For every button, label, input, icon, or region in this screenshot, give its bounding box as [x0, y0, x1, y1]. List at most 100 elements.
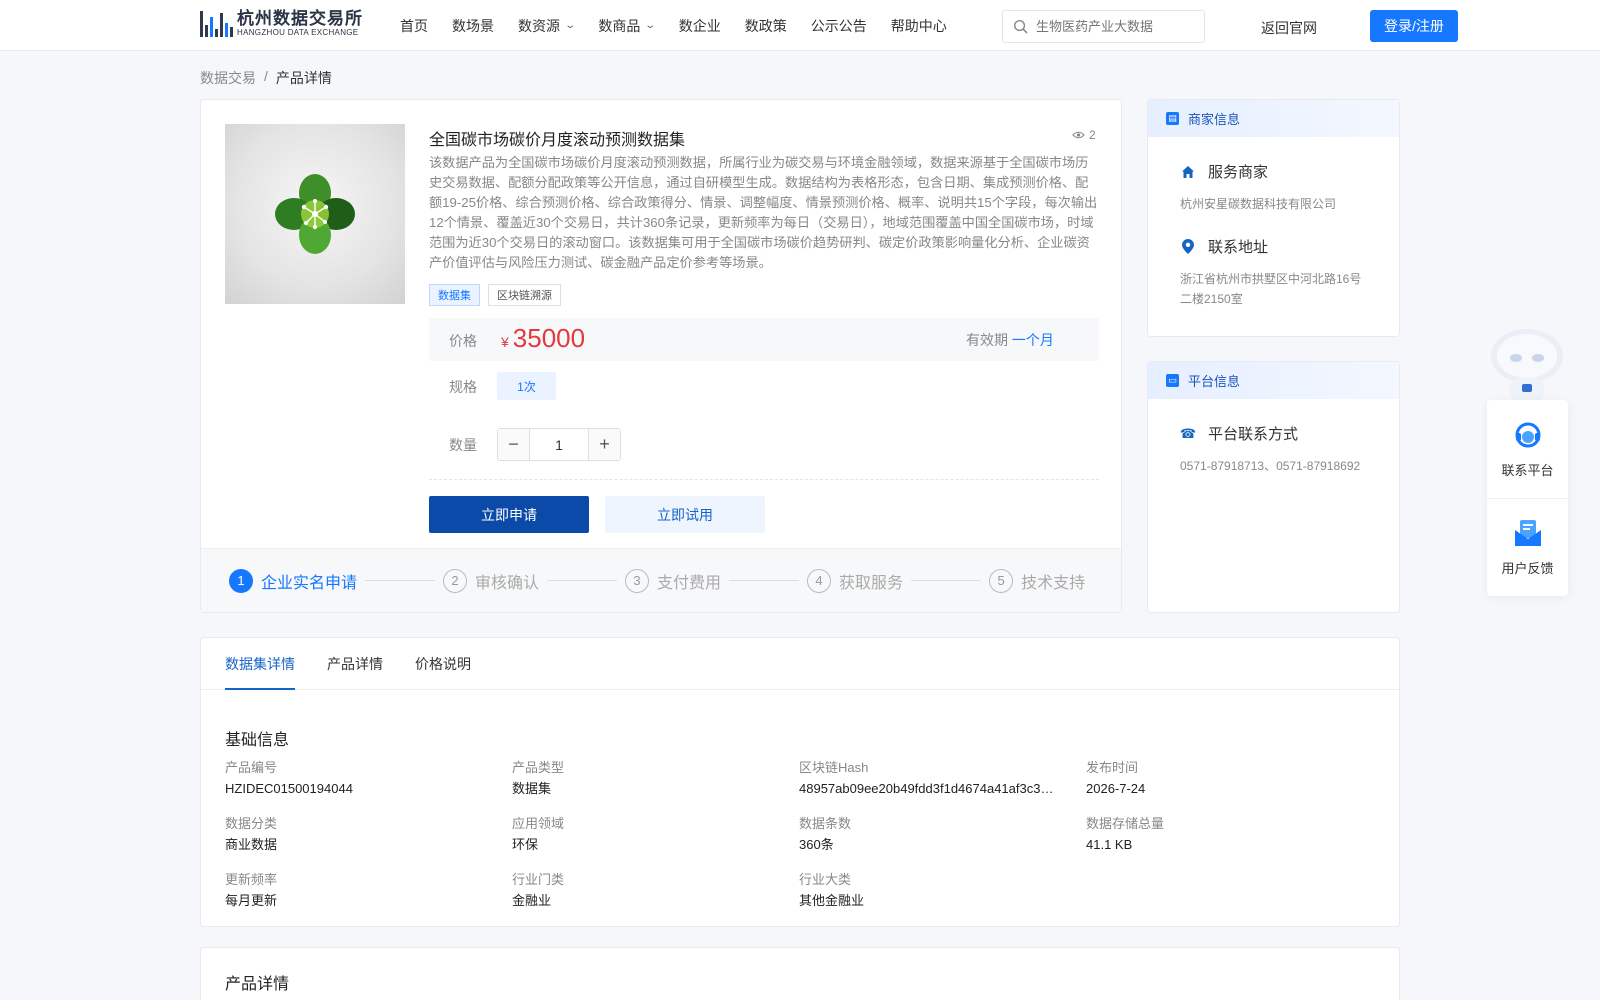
- breadcrumb: 数据交易 / 产品详情: [200, 68, 332, 88]
- product-description: 该数据产品为全国碳市场碳价月度滚动预测数据，所属行业为碳交易与环境金融领域，数据…: [429, 155, 1098, 270]
- contact-address: 联系地址 浙江省杭州市拱墅区中河北路16号二楼2150室: [1148, 236, 1399, 309]
- logo-bars-icon: [200, 11, 233, 37]
- apply-button[interactable]: 立即申请: [429, 496, 589, 533]
- step-1: 1 企业实名申请: [229, 568, 357, 593]
- breadcrumb-parent[interactable]: 数据交易: [200, 68, 256, 88]
- info-blockchain-hash: 区块链Hash 48957ab09ee20b49fdd3f1d4674a41af3…: [799, 760, 1054, 796]
- monitor-icon: ▭: [1166, 374, 1179, 387]
- info-update-frequency: 更新频率 每月更新: [225, 872, 278, 908]
- quantity-stepper: − 1 +: [497, 428, 621, 461]
- user-feedback-button[interactable]: 用户反馈: [1487, 498, 1568, 596]
- tag-dataset: 数据集: [429, 284, 480, 306]
- user-feedback-label: 用户反馈: [1501, 561, 1554, 576]
- nav-resources[interactable]: 数资源 ⌄: [518, 16, 577, 36]
- platform-info-card: ▭ 平台信息 ☎ 平台联系方式 0571-87918713、0571-87918…: [1147, 361, 1400, 613]
- divider: [429, 479, 1099, 480]
- nav-announcements[interactable]: 公示公告: [811, 16, 867, 36]
- breadcrumb-current: 产品详情: [275, 70, 332, 86]
- info-industry-division: 行业大类 其他金融业: [799, 872, 865, 908]
- site-logo[interactable]: 杭州数据交易所 HANGZHOU DATA EXCHANGE: [200, 10, 363, 38]
- merchant-info-header: ▤ 商家信息: [1148, 100, 1399, 137]
- contact-address-title: 联系地址: [1208, 239, 1269, 256]
- login-register-button[interactable]: 登录/注册: [1370, 10, 1458, 42]
- process-steps: 1 企业实名申请 2 审核确认 3 支付费用 4 获取服务 5 技术支持: [201, 548, 1121, 612]
- location-pin-icon: [1180, 239, 1196, 255]
- step-4: 4 获取服务: [807, 568, 903, 593]
- logo-text-en: HANGZHOU DATA EXCHANGE: [237, 28, 359, 37]
- store-icon: ▤: [1166, 112, 1179, 125]
- assistant-robot-icon[interactable]: [1488, 326, 1566, 402]
- tab-product-detail[interactable]: 产品详情: [327, 638, 383, 690]
- product-title: 全国碳市场碳价月度滚动预测数据集: [429, 132, 686, 149]
- nav-scenes[interactable]: 数场景: [452, 16, 494, 36]
- nav-home[interactable]: 首页: [400, 16, 428, 36]
- step-3: 3 支付费用: [625, 568, 721, 593]
- home-icon: [1180, 164, 1196, 180]
- view-count-value: 2: [1089, 128, 1096, 142]
- nav-enterprises[interactable]: 数企业: [679, 16, 721, 36]
- dataset-detail-card: 数据集详情 产品详情 价格说明 基础信息 产品编号 HZIDEC015001940…: [200, 637, 1400, 927]
- merchant-info-card: ▤ 商家信息 服务商家 杭州安星碳数据科技有限公司 联系地址 浙江省杭州市拱墅区…: [1147, 99, 1400, 337]
- basic-info-grid: 产品编号 HZIDEC01500194044 产品类型 数据集 区块链Hash 489…: [225, 759, 1375, 911]
- top-header: 杭州数据交易所 HANGZHOU DATA EXCHANGE 首页 数场景 数资…: [0, 0, 1600, 51]
- platform-contact: ☎ 平台联系方式 0571-87918713、0571-87918692: [1148, 423, 1399, 476]
- mail-feedback-icon: [1514, 520, 1541, 546]
- tab-price-info[interactable]: 价格说明: [415, 638, 471, 690]
- back-to-official-link[interactable]: 返回官网: [1261, 18, 1317, 38]
- validity-value: 一个月: [1011, 332, 1054, 348]
- price-amount: 35000: [512, 323, 586, 353]
- clover-molecule-icon: [275, 174, 355, 254]
- service-merchant: 服务商家 杭州安星碳数据科技有限公司: [1148, 161, 1399, 214]
- minus-icon[interactable]: −: [498, 429, 529, 460]
- info-publish-date: 发布时间 2026-7-24: [1086, 760, 1146, 796]
- info-application-field: 应用领域 环保: [512, 816, 565, 852]
- info-data-category: 数据分类 商业数据: [225, 816, 278, 852]
- platform-contact-value: 0571-87918713、0571-87918692: [1180, 459, 1361, 473]
- spec-label: 规格: [449, 379, 477, 395]
- service-merchant-title: 服务商家: [1208, 164, 1269, 181]
- step-2: 2 审核确认: [443, 568, 539, 593]
- plus-icon[interactable]: +: [589, 429, 620, 460]
- tag-blockchain: 区块链溯源: [488, 284, 561, 306]
- contact-address-value: 浙江省杭州市拱墅区中河北路16号二楼2150室: [1180, 272, 1362, 306]
- search-input[interactable]: [1036, 19, 1186, 34]
- tab-dataset-detail[interactable]: 数据集详情: [225, 638, 295, 690]
- platform-contact-title: 平台联系方式: [1208, 426, 1299, 443]
- nav-products[interactable]: 数商品 ⌄: [598, 16, 657, 36]
- product-tags: 数据集 区块链溯源: [429, 284, 561, 306]
- price-box: 价格 ¥ 35000 有效期 一个月: [429, 318, 1099, 361]
- step-connector: [729, 580, 800, 581]
- validity-label: 有效期: [966, 332, 1008, 348]
- info-product-id: 产品编号 HZIDEC01500194044: [225, 760, 353, 796]
- phone-icon: ☎: [1179, 425, 1197, 441]
- view-count: 2: [1072, 128, 1096, 142]
- main-nav: 首页 数场景 数资源 ⌄ 数商品 ⌄ 数企业 数政策 公示公告 帮助中心: [400, 0, 971, 51]
- info-record-count: 数据条数 360条: [799, 816, 852, 852]
- product-image: [225, 124, 405, 304]
- chevron-down-icon: ⌄: [564, 20, 577, 31]
- service-merchant-name: 杭州安星碳数据科技有限公司: [1180, 197, 1337, 211]
- contact-platform-button[interactable]: 联系平台: [1487, 400, 1568, 498]
- price-label: 价格: [449, 333, 477, 349]
- basic-info-title: 基础信息: [225, 732, 290, 749]
- spec-option[interactable]: 1次: [497, 372, 556, 400]
- search-box[interactable]: [1002, 10, 1205, 43]
- product-detail-title: 产品详情: [225, 976, 290, 993]
- product-detail-section: 产品详情: [200, 947, 1400, 1000]
- search-icon: [1013, 19, 1028, 34]
- trial-button[interactable]: 立即试用: [605, 496, 765, 533]
- validity: 有效期 一个月: [966, 330, 1054, 350]
- step-connector: [547, 580, 618, 581]
- floating-contact-panel: 联系平台 用户反馈: [1487, 400, 1568, 596]
- step-connector: [911, 580, 982, 581]
- info-industry-section: 行业门类 金融业: [512, 872, 565, 908]
- nav-help[interactable]: 帮助中心: [891, 16, 947, 36]
- detail-tabs: 数据集详情 产品详情 价格说明: [201, 638, 1399, 690]
- platform-info-header: ▭ 平台信息: [1148, 362, 1399, 399]
- nav-policies[interactable]: 数政策: [745, 16, 787, 36]
- step-connector: [365, 580, 436, 581]
- price-value: ¥ 35000: [501, 323, 585, 354]
- info-storage-size: 数据存储总量 41.1 KB: [1086, 816, 1165, 852]
- chevron-down-icon: ⌄: [644, 20, 657, 31]
- quantity-input[interactable]: 1: [529, 429, 589, 460]
